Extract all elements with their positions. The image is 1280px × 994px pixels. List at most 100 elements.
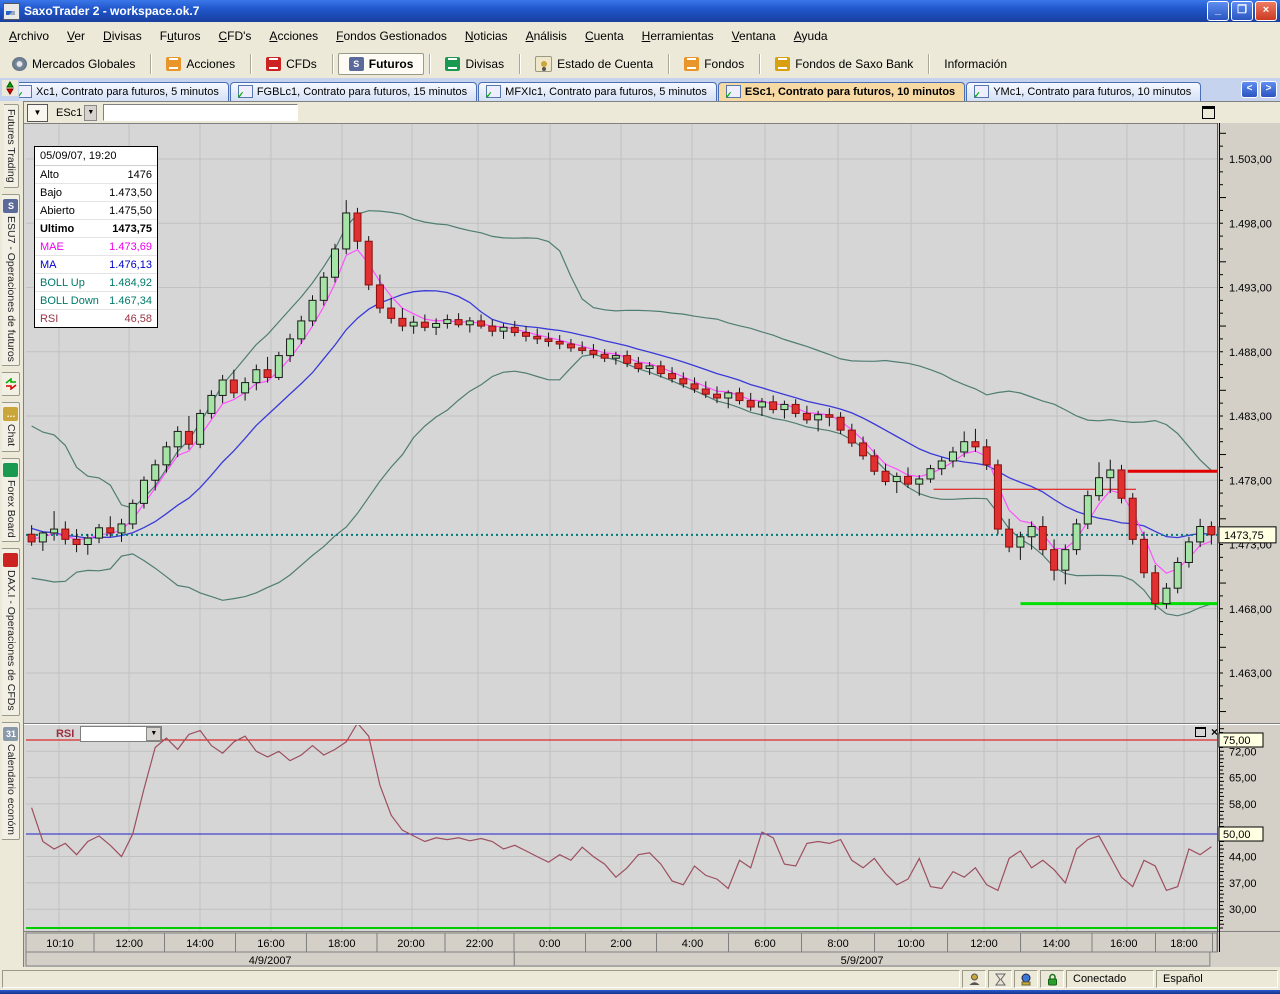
sidebar-item-futures-trading[interactable]: Futures Trading: [4, 104, 19, 188]
toolbar-button-informaci-n[interactable]: Información: [934, 54, 1017, 74]
rsi-close-button[interactable]: ×: [1211, 727, 1218, 737]
svg-text:12:00: 12:00: [115, 938, 143, 950]
saxo-s-icon: S: [3, 199, 18, 213]
toolbar-separator: [519, 54, 520, 74]
tab-ymc1-contrato-para-futuros-10-minutos[interactable]: YMc1, Contrato para futuros, 10 minutos: [966, 82, 1201, 101]
toolbar-button-divisas[interactable]: Divisas: [435, 54, 514, 74]
sidebar-item-arrows[interactable]: [2, 372, 20, 396]
updown-arrows-icon: [2, 80, 18, 96]
menu-item-an-lisis[interactable]: Análisis: [517, 26, 576, 46]
chart-tabbar: Xc1, Contrato para futuros, 5 minutosFGB…: [19, 82, 1238, 101]
svg-text:10:00: 10:00: [897, 938, 925, 950]
svg-text:4/9/2007: 4/9/2007: [249, 955, 292, 967]
language-status: Español: [1156, 970, 1278, 988]
toolbar-button-futuros[interactable]: S Futuros: [338, 53, 425, 75]
toolbar-button-fondos-de-saxo-bank[interactable]: Fondos de Saxo Bank: [765, 54, 923, 74]
symbol-combo-arrow[interactable]: ▼: [84, 105, 97, 121]
toolbar-button-label: Estado de Cuenta: [557, 57, 653, 71]
info-row-value: 1.467,34: [109, 295, 152, 307]
info-row-value: 1.473,50: [109, 187, 152, 199]
sidebar-item-label: ESU7 - Operaciones de futuros: [5, 216, 17, 362]
tab-esc1-contrato-para-futuros-10-minutos[interactable]: ESc1, Contrato para futuros, 10 minutos: [718, 82, 965, 101]
svg-text:8:00: 8:00: [827, 938, 848, 950]
svg-text:20:00: 20:00: [397, 938, 425, 950]
toolbar-button-mercados-globales[interactable]: Mercados Globales: [2, 54, 145, 74]
toolbar-button-cfds[interactable]: CFDs: [256, 54, 327, 74]
menu-item-futuros[interactable]: Futuros: [151, 26, 210, 46]
symbol-input[interactable]: [103, 104, 298, 121]
svg-text:1.478,00: 1.478,00: [1229, 475, 1272, 487]
menu-item-herramientas[interactable]: Herramientas: [633, 26, 723, 46]
info-row-value: 1.473,69: [109, 241, 152, 253]
hourglass-icon[interactable]: [988, 970, 1012, 988]
sidebar-item-label: Forex Board: [5, 480, 17, 538]
svg-text:18:00: 18:00: [328, 938, 356, 950]
info-row-abierto: Abierto1.475,50: [35, 202, 157, 220]
tab-fgblc1-contrato-para-futuros-15-minutos[interactable]: FGBLc1, Contrato para futuros, 15 minuto…: [230, 82, 477, 101]
sidebar-item-label: Futures Trading: [5, 109, 17, 183]
chart-tab-icon: [486, 85, 501, 98]
sidebar-item-dax-i-operaciones-de-cfds[interactable]: DAX.I - Operaciones de CFDs: [2, 548, 20, 716]
menu-item-divisas[interactable]: Divisas: [94, 26, 151, 46]
toolbar-button-estado-de-cuenta[interactable]: Estado de Cuenta: [525, 53, 663, 75]
user-icon[interactable]: [962, 970, 986, 988]
info-row-label: RSI: [40, 313, 58, 325]
tab-scroll-right-button[interactable]: >: [1260, 81, 1277, 98]
svg-text:1473,75: 1473,75: [1224, 530, 1264, 542]
chart-tab-label: YMc1, Contrato para futuros, 10 minutos: [993, 86, 1191, 98]
tab-mfxic1-contrato-para-futuros-5-minutos[interactable]: MFXIc1, Contrato para futuros, 5 minutos: [478, 82, 717, 101]
svg-text:37,00: 37,00: [1229, 878, 1257, 890]
menu-item-acciones[interactable]: Acciones: [260, 26, 327, 46]
rsi-maximize-button[interactable]: [1195, 727, 1206, 737]
chart-info-box: 05/09/07, 19:20 Alto1476Bajo1.473,50Abie…: [34, 146, 158, 328]
menu-item-ventana[interactable]: Ventana: [723, 26, 785, 46]
tab-xc1-contrato-para-futuros-5-minutos[interactable]: Xc1, Contrato para futuros, 5 minutos: [19, 82, 229, 101]
menu-item-fondos-gestionados[interactable]: Fondos Gestionados: [327, 26, 456, 46]
info-row-alto: Alto1476: [35, 166, 157, 184]
svg-text:12:00: 12:00: [970, 938, 998, 950]
menu-item-archivo[interactable]: Archivo: [0, 26, 58, 46]
svg-text:1.488,00: 1.488,00: [1229, 347, 1272, 359]
rsi-combo-arrow[interactable]: ▼: [146, 727, 161, 741]
chart-dropdown-button[interactable]: ▼: [27, 104, 48, 122]
info-row-ultimo: Ultimo1473,75: [35, 220, 157, 238]
info-row-mae: MAE1.473,69: [35, 238, 157, 256]
toolbar-button-label: Acciones: [186, 57, 235, 71]
toolbar-separator: [928, 54, 929, 74]
restore-button[interactable]: ❐: [1231, 1, 1253, 21]
network-icon[interactable]: [1014, 970, 1038, 988]
toolbar-button-fondos[interactable]: Fondos: [674, 54, 754, 74]
stripes-icon: [3, 553, 18, 567]
menu-item-noticias[interactable]: Noticias: [456, 26, 517, 46]
sidebar-item-calendario-econ-m[interactable]: 31Calendario económ: [2, 722, 20, 840]
menu-item-cuenta[interactable]: Cuenta: [576, 26, 633, 46]
sidebar-item-esu7-operaciones-de-futuros[interactable]: S ESU7 - Operaciones de futuros: [2, 194, 20, 367]
stripes-icon: [3, 463, 18, 477]
price-chart[interactable]: 1.503,001.498,001.493,001.488,001.483,00…: [24, 123, 1280, 967]
chart-restore-icon[interactable]: [1202, 106, 1215, 119]
info-row-label: Alto: [40, 169, 59, 181]
toolbar-button-acciones[interactable]: Acciones: [156, 54, 245, 74]
close-button[interactable]: ×: [1255, 1, 1277, 21]
info-row-label: BOLL Down: [40, 295, 99, 307]
lock-icon[interactable]: [1040, 970, 1064, 988]
sidebar-item-chat[interactable]: …Chat: [2, 402, 20, 451]
menu-item-cfd-s[interactable]: CFD's: [209, 26, 260, 46]
chart-tab-label: MFXIc1, Contrato para futuros, 5 minutos: [505, 86, 707, 98]
tab-scroll-left-button[interactable]: <: [1241, 81, 1258, 98]
saxo-s-icon: S: [349, 57, 364, 71]
info-row-value: 46,58: [124, 313, 152, 325]
sidebar-item-forex-board[interactable]: Forex Board: [2, 458, 20, 543]
info-row-rsi: RSI 46,58: [35, 310, 157, 327]
info-row-boll-up: BOLL Up1.484,92: [35, 274, 157, 292]
menu-item-ver[interactable]: Ver: [58, 26, 94, 46]
toolbar-button-label: Mercados Globales: [32, 57, 135, 71]
time-axis: 10:1012:0014:0016:0018:0020:0022:000:002…: [26, 933, 1217, 967]
toolbar-button-label: Futuros: [369, 57, 414, 71]
svg-text:10:10: 10:10: [46, 938, 74, 950]
stripes-icon: [166, 57, 181, 71]
minimize-button[interactable]: _: [1207, 1, 1229, 21]
sidebar-item-label: Chat: [5, 424, 17, 446]
menu-item-ayuda[interactable]: Ayuda: [785, 26, 837, 46]
rsi-combo[interactable]: ▼: [80, 726, 162, 742]
